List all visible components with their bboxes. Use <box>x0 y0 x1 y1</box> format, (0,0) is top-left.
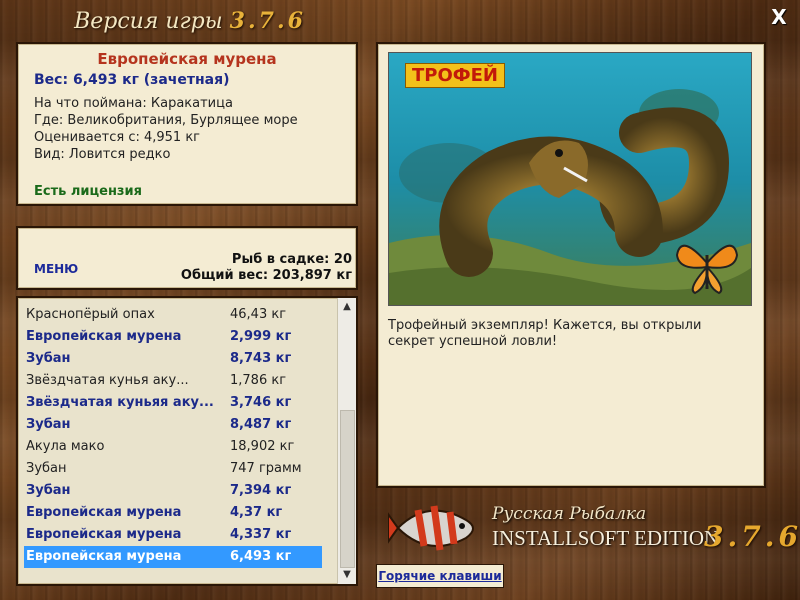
list-item[interactable]: Европейская мурена 6,493 кг <box>24 546 322 568</box>
fish-weight-cell: 747 грамм <box>230 461 302 476</box>
fish-name-cell: Зубан <box>26 417 71 432</box>
fish-name-cell: Зубан <box>26 483 71 498</box>
moray-eel-image <box>389 53 751 305</box>
fish-weight-cell: 6,493 кг <box>230 549 292 564</box>
hotkeys-link[interactable]: Горячие клавиши <box>376 564 504 588</box>
trophy-panel: ТРОФЕЙ Трофейный экземпляр! Кажется, вы … <box>376 42 766 488</box>
fish-weight-cell: 4,37 кг <box>230 505 283 520</box>
fish-weight-cell: 8,487 кг <box>230 417 292 432</box>
fish-name-cell: Краснопёрый опах <box>26 307 155 322</box>
fish-name-cell: Зубан <box>26 351 71 366</box>
fish-weight: Вес: 6,493 кг (зачетная) <box>34 72 230 88</box>
fish-weight-cell: 7,394 кг <box>230 483 292 498</box>
list-item[interactable]: Зубан 8,743 кг <box>24 348 322 370</box>
brand-title: Русская Рыбалка <box>492 504 647 524</box>
menu-panel: МЕНЮ Рыб в садке: 20 Общий вес: 203,897 … <box>16 226 358 290</box>
fish-name-cell: Европейская мурена <box>26 527 182 542</box>
scroll-thumb[interactable] <box>340 410 355 568</box>
close-button[interactable]: X <box>768 6 790 28</box>
title-version: 3.7.6 <box>229 8 306 34</box>
list-item[interactable]: Европейская мурена 4,337 кг <box>24 524 322 546</box>
fish-info-panel: Европейская мурена Вес: 6,493 кг (зачетн… <box>16 42 358 206</box>
location-text: Где: Великобритания, Бурлящее море <box>34 113 298 128</box>
fish-weight-cell: 46,43 кг <box>230 307 287 322</box>
fish-weight-cell: 4,337 кг <box>230 527 292 542</box>
trophy-message: Трофейный экземпляр! Кажется, вы открыли… <box>388 318 702 349</box>
list-item[interactable]: Звёздчатая кунья аку... 1,786 кг <box>24 370 322 392</box>
list-scrollbar[interactable]: ▲ ▼ <box>337 298 356 584</box>
trophy-badge: ТРОФЕЙ <box>405 63 505 88</box>
fish-name: Европейская мурена <box>97 50 277 68</box>
bait-text: На что поймана: Каракатица <box>34 96 233 111</box>
fish-name-cell: Европейская мурена <box>26 549 182 564</box>
list-item[interactable]: Европейская мурена 2,999 кг <box>24 326 322 348</box>
list-item[interactable]: Зубан 8,487 кг <box>24 414 322 436</box>
list-item[interactable]: Звёздчатая куньяя аку... 3,746 кг <box>24 392 322 414</box>
fish-count: Рыб в садке: 20 <box>231 252 352 267</box>
brand-edition: INSTALLSOFT EDITION <box>492 526 720 550</box>
fish-weight-cell: 2,999 кг <box>230 329 292 344</box>
list-item[interactable]: Европейская мурена 4,37 кг <box>24 502 322 524</box>
fish-weight-cell: 1,786 кг <box>230 373 287 388</box>
fish-photo: ТРОФЕЙ <box>388 52 752 306</box>
species-text: Вид: Ловится редко <box>34 147 171 162</box>
fish-weight-cell: 8,743 кг <box>230 351 292 366</box>
title-prefix: Версия игры <box>74 9 223 34</box>
fish-name-cell: Звёздчатая кунья аку... <box>26 373 189 388</box>
list-item[interactable]: Краснопёрый опах 46,43 кг <box>24 304 322 326</box>
fish-name-cell: Звёздчатая куньяя аку... <box>26 395 214 410</box>
fish-name-cell: Европейская мурена <box>26 505 182 520</box>
rated-from-text: Оценивается с: 4,951 кг <box>34 130 201 145</box>
catch-list[interactable]: Краснопёрый опах 46,43 кг Европейская муре… <box>16 296 358 586</box>
scroll-up-icon[interactable]: ▲ <box>338 298 356 316</box>
list-item[interactable]: Акула мако 18,902 кг <box>24 436 322 458</box>
total-weight: Общий вес: 203,897 кг <box>180 268 352 283</box>
fish-name-cell: Европейская мурена <box>26 329 182 344</box>
list-item[interactable]: Зубан 747 грамм <box>24 458 322 480</box>
license-status: Есть лицензия <box>34 184 142 199</box>
fish-name-cell: Акула мако <box>26 439 105 454</box>
fish-weight-cell: 18,902 кг <box>230 439 295 454</box>
brand-version: 3.7.6 <box>704 520 800 553</box>
menu-button[interactable]: МЕНЮ <box>34 262 78 276</box>
window-title: Версия игры 3.7.6 <box>0 8 380 34</box>
scroll-down-icon[interactable]: ▼ <box>338 566 356 584</box>
list-item[interactable]: Зубан 7,394 кг <box>24 480 322 502</box>
fish-name-cell: Зубан <box>26 461 67 476</box>
fish-logo-icon <box>388 505 474 551</box>
fish-weight-cell: 3,746 кг <box>230 395 292 410</box>
brand-logo: Русская Рыбалка INSTALLSOFT EDITION 3.7.… <box>388 494 798 566</box>
